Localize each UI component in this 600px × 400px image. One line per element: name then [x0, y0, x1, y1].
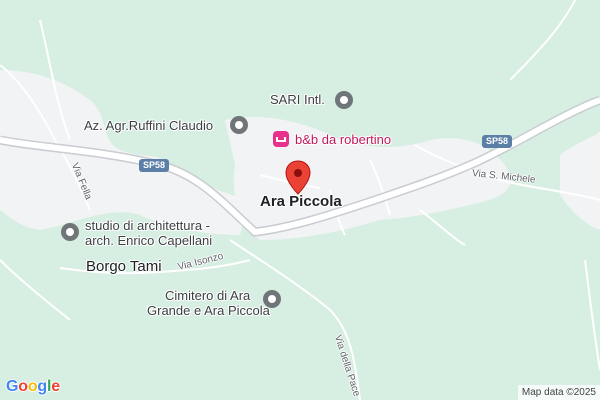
hotel-icon[interactable]: [273, 131, 289, 147]
place-icon[interactable]: [230, 116, 248, 134]
poi-label-studio-architettura-line1[interactable]: studio di architettura -: [85, 218, 210, 233]
locality-label-borgo-tami[interactable]: Borgo Tami: [86, 258, 162, 275]
poi-label-ruffini[interactable]: Az. Agr.Ruffini Claudio: [84, 118, 213, 133]
place-icon[interactable]: [61, 223, 79, 241]
urban-area: [0, 70, 250, 235]
poi-label-cimitero-line2[interactable]: Grande e Ara Piccola: [147, 303, 270, 318]
poi-label-sari-intl[interactable]: SARI Intl.: [270, 92, 325, 107]
google-logo: Google: [6, 378, 60, 395]
poi-label-cimitero-line1[interactable]: Cimitero di Ara: [165, 288, 250, 303]
poi-label-bb-da-robertino[interactable]: b&b da robertino: [295, 132, 391, 147]
map-attribution[interactable]: Map data ©2025: [517, 385, 600, 400]
cemetery-icon[interactable]: [263, 290, 281, 308]
urban-area: [560, 130, 600, 230]
poi-label-studio-architettura-line2[interactable]: arch. Enrico Capellani: [85, 233, 212, 248]
road-shield-sp58: SP58: [139, 159, 170, 172]
map-canvas[interactable]: SP58 SP58 Via Fella Via Isonzo Via S. Mi…: [0, 0, 600, 400]
place-icon[interactable]: [335, 91, 353, 109]
road-shield-sp58: SP58: [482, 135, 513, 148]
location-pin-icon[interactable]: [285, 160, 311, 196]
